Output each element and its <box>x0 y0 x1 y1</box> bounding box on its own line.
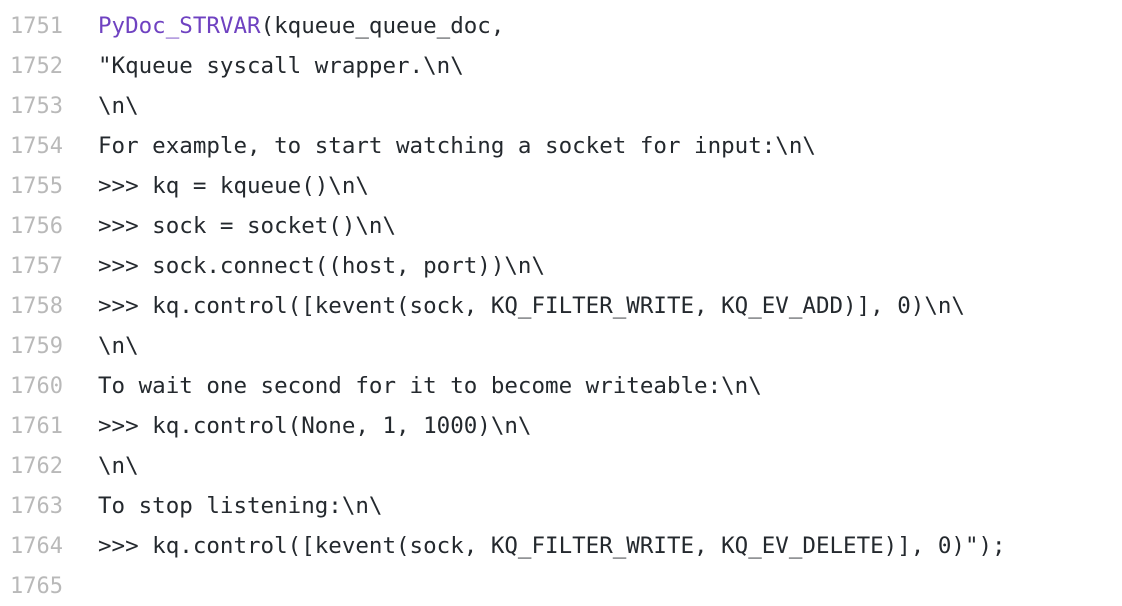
code-line-1765: 1765 <box>0 566 1122 606</box>
line-code: >>> kq = kqueue()\n\ <box>98 173 369 199</box>
line-number[interactable]: 1758 <box>0 294 68 319</box>
line-number[interactable]: 1762 <box>0 454 68 479</box>
line-code: \n\ <box>98 453 139 479</box>
line-number[interactable]: 1763 <box>0 494 68 519</box>
code-line-1756: 1756 >>> sock = socket()\n\ <box>0 206 1122 246</box>
code-line-1760: 1760 To wait one second for it to become… <box>0 366 1122 406</box>
line-number[interactable]: 1754 <box>0 134 68 159</box>
code-line-1753: 1753 \n\ <box>0 86 1122 126</box>
line-code: >>> kq.control(None, 1, 1000)\n\ <box>98 413 532 439</box>
code-line-1761: 1761 >>> kq.control(None, 1, 1000)\n\ <box>0 406 1122 446</box>
line-number[interactable]: 1752 <box>0 54 68 79</box>
line-code: To stop listening:\n\ <box>98 493 383 519</box>
code-line-1755: 1755 >>> kq = kqueue()\n\ <box>0 166 1122 206</box>
line-number[interactable]: 1761 <box>0 414 68 439</box>
code-text: (kqueue_queue_doc, <box>260 13 505 39</box>
line-code: PyDoc_STRVAR(kqueue_queue_doc, <box>68 13 1122 39</box>
line-number[interactable]: 1755 <box>0 174 68 199</box>
line-number[interactable]: 1760 <box>0 374 68 399</box>
code-line-1764: 1764 >>> kq.control([kevent(sock, KQ_FIL… <box>0 526 1122 566</box>
line-number[interactable]: 1756 <box>0 214 68 239</box>
line-code: "Kqueue syscall wrapper.\n\ <box>98 53 464 79</box>
code-line-1751: 1751 PyDoc_STRVAR(kqueue_queue_doc, <box>0 6 1122 46</box>
line-number[interactable]: 1757 <box>0 254 68 279</box>
line-code: >>> sock = socket()\n\ <box>98 213 397 239</box>
code-view: 1751 PyDoc_STRVAR(kqueue_queue_doc, 1752… <box>0 0 1122 600</box>
code-line-1763: 1763 To stop listening:\n\ <box>0 486 1122 526</box>
line-number[interactable]: 1764 <box>0 534 68 559</box>
code-line-1754: 1754 For example, to start watching a so… <box>0 126 1122 166</box>
code-line-1759: 1759 \n\ <box>0 326 1122 366</box>
line-code: >>> kq.control([kevent(sock, KQ_FILTER_W… <box>98 533 1006 559</box>
line-code: For example, to start watching a socket … <box>98 133 816 159</box>
line-code: >>> sock.connect((host, port))\n\ <box>98 253 546 279</box>
line-number[interactable]: 1751 <box>0 14 68 39</box>
line-code: \n\ <box>98 93 139 119</box>
macro-token: PyDoc_STRVAR <box>98 13 261 39</box>
code-line-1758: 1758 >>> kq.control([kevent(sock, KQ_FIL… <box>0 286 1122 326</box>
line-code: >>> kq.control([kevent(sock, KQ_FILTER_W… <box>98 293 965 319</box>
line-number[interactable]: 1759 <box>0 334 68 359</box>
line-code: To wait one second for it to become writ… <box>98 373 762 399</box>
line-number[interactable]: 1765 <box>0 574 68 599</box>
line-code: \n\ <box>98 333 139 359</box>
code-line-1757: 1757 >>> sock.connect((host, port))\n\ <box>0 246 1122 286</box>
line-number[interactable]: 1753 <box>0 94 68 119</box>
code-line-1762: 1762 \n\ <box>0 446 1122 486</box>
code-line-1752: 1752 "Kqueue syscall wrapper.\n\ <box>0 46 1122 86</box>
